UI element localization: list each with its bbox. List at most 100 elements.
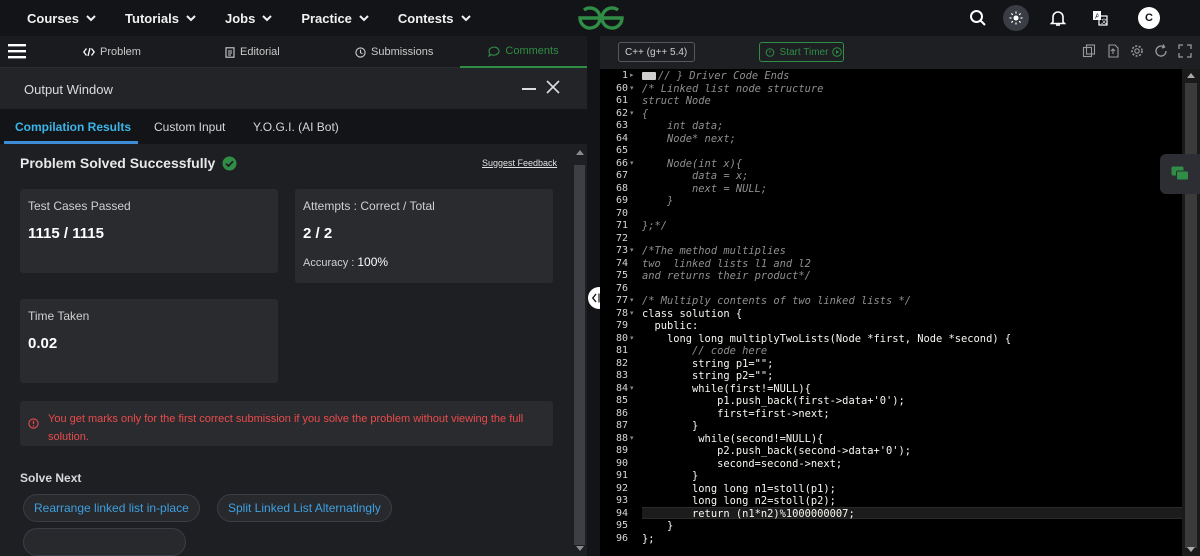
floating-chat-button[interactable]	[1160, 154, 1200, 194]
folded-region-marker[interactable]	[642, 72, 656, 80]
code-line[interactable]: }	[642, 520, 1182, 533]
fold-toggle-icon[interactable]: ▾	[630, 83, 634, 96]
minimize-icon[interactable]	[522, 88, 536, 90]
code-line[interactable]: /* Multiply contents of two linked lists…	[642, 295, 1182, 308]
fullscreen-icon[interactable]	[1178, 44, 1192, 58]
tab-submissions[interactable]: Submissions	[355, 36, 433, 68]
output-scrollbar[interactable]	[572, 144, 587, 556]
solve-next-chip[interactable]: Rearrange linked list in-place	[23, 494, 200, 522]
search-button[interactable]	[960, 0, 996, 36]
upload-file-icon[interactable]	[1106, 44, 1120, 58]
nav-jobs[interactable]: Jobs	[225, 11, 273, 26]
code-line[interactable]: public:	[642, 320, 1182, 333]
fold-toggle-icon[interactable]: ▾	[630, 433, 634, 446]
code-line[interactable]: p1.push_back(first->data+'0');	[642, 395, 1182, 408]
code-icon	[83, 47, 95, 57]
tab-compilation-results[interactable]: Compilation Results	[15, 120, 131, 134]
solve-next-chip[interactable]: Split Linked List Alternatingly	[217, 494, 392, 522]
line-number: 73	[615, 245, 628, 256]
close-icon[interactable]	[545, 79, 561, 95]
scrollbar-thumb[interactable]	[574, 165, 585, 545]
editor-scroll-up-arrow[interactable]	[1187, 73, 1195, 78]
notifications-button[interactable]	[1040, 0, 1076, 36]
tab-custom-input[interactable]: Custom Input	[154, 120, 225, 134]
code-line[interactable]: }	[642, 470, 1182, 483]
nav-contests[interactable]: Contests	[398, 11, 472, 26]
code-line[interactable]: };	[642, 533, 1182, 546]
fold-toggle-icon[interactable]: ▾	[630, 245, 634, 258]
avatar[interactable]: C	[1138, 7, 1160, 29]
code-line[interactable]	[642, 145, 1182, 158]
code-line[interactable]: /*The method multiplies	[642, 245, 1182, 258]
code-line[interactable]: }	[642, 420, 1182, 433]
code-line[interactable]: // code here	[642, 345, 1182, 358]
code-line[interactable]: long long n1=stoll(p1);	[642, 483, 1182, 496]
translate-button[interactable]: A文	[1082, 0, 1118, 36]
fold-toggle-icon[interactable]: ▾	[630, 308, 634, 321]
solve-next-title: Solve Next	[20, 471, 82, 485]
line-number: 74	[615, 257, 628, 269]
code-line[interactable]: two linked lists l1 and l2	[642, 258, 1182, 271]
fold-toggle-icon[interactable]: ▾	[630, 108, 634, 121]
start-timer-button[interactable]: Start Timer	[759, 42, 844, 62]
code-line[interactable]: string p1="";	[642, 358, 1182, 371]
suggest-feedback-link[interactable]: Suggest Feedback	[482, 158, 557, 168]
code-line[interactable]: /* Linked list node structure	[642, 83, 1182, 96]
code-line[interactable]: next = NULL;	[642, 183, 1182, 196]
scroll-down-arrow[interactable]	[576, 546, 584, 551]
code-line-text: class solution {	[642, 307, 743, 320]
fold-toggle-icon[interactable]: ▾	[630, 295, 634, 308]
code-line[interactable]: long long multiplyTwoLists(Node *first, …	[642, 333, 1182, 346]
gfg-logo-icon[interactable]	[576, 4, 626, 32]
nav-tutorials[interactable]: Tutorials	[125, 11, 197, 26]
nav-courses[interactable]: Courses	[27, 11, 97, 26]
code-line[interactable]: p2.push_back(second->data+'0');	[642, 445, 1182, 458]
tab-yogi-ai-bot[interactable]: Y.O.G.I. (AI Bot)	[253, 120, 339, 134]
editor-scrollbar-thumb[interactable]	[1185, 83, 1197, 548]
line-number: 84	[615, 382, 628, 394]
code-line[interactable]: while(first!=NULL){	[642, 383, 1182, 396]
code-line[interactable]: return (n1*n2)%1000000007;	[642, 508, 1182, 521]
code-line[interactable]: }	[642, 195, 1182, 208]
code-line[interactable]: second=second->next;	[642, 458, 1182, 471]
code-area[interactable]: // } Driver Code Ends/* Linked list node…	[642, 69, 1182, 556]
settings-gear-icon[interactable]	[1130, 44, 1144, 58]
code-line[interactable]: int data;	[642, 120, 1182, 133]
tab-comments[interactable]: Comments	[460, 36, 587, 68]
editor-scrollbar[interactable]	[1182, 69, 1200, 556]
code-line[interactable]	[642, 283, 1182, 296]
reset-icon[interactable]	[1154, 44, 1168, 58]
code-line[interactable]: Node* next;	[642, 133, 1182, 146]
solve-next-chip-partial[interactable]	[23, 528, 186, 556]
code-line[interactable]: data = x;	[642, 170, 1182, 183]
code-line[interactable]: first=first->next;	[642, 408, 1182, 421]
scroll-up-arrow[interactable]	[576, 150, 584, 155]
code-editor[interactable]: 1 ▸ 60 ▾ 61 62 ▾ 63 64 65 66 ▾ 67 68 69 70 71 72 73 ▾ 74 75 76…	[600, 69, 1200, 556]
tab-problem[interactable]: Problem	[83, 36, 141, 68]
code-line[interactable]	[642, 233, 1182, 246]
nav-practice[interactable]: Practice	[301, 11, 370, 26]
code-line[interactable]: long long n2=stoll(p2);	[642, 495, 1182, 508]
copy-icon[interactable]	[1082, 44, 1096, 58]
code-line[interactable]: struct Node	[642, 95, 1182, 108]
code-line[interactable]: while(second!=NULL){	[642, 433, 1182, 446]
code-line[interactable]: string p2="";	[642, 370, 1182, 383]
line-number: 63	[615, 120, 628, 131]
code-line[interactable]: };*/	[642, 220, 1182, 233]
editor-scroll-down-arrow[interactable]	[1187, 547, 1195, 552]
code-line[interactable]	[642, 208, 1182, 221]
attempts-value: 2 / 2	[303, 225, 333, 242]
code-line[interactable]: and returns their product*/	[642, 270, 1182, 283]
fold-toggle-icon[interactable]: ▾	[630, 383, 634, 396]
fold-toggle-icon[interactable]: ▸	[630, 70, 634, 83]
fold-toggle-icon[interactable]: ▾	[630, 333, 634, 346]
hamburger-menu-icon[interactable]	[8, 43, 26, 59]
code-line[interactable]: Node(int x){	[642, 158, 1182, 171]
code-line[interactable]: class solution {	[642, 308, 1182, 321]
code-line[interactable]: // } Driver Code Ends	[642, 70, 1182, 83]
theme-toggle-button[interactable]	[998, 0, 1034, 36]
tab-editorial[interactable]: Editorial	[225, 36, 280, 68]
fold-toggle-icon[interactable]: ▾	[630, 158, 634, 171]
language-select[interactable]: C++ (g++ 5.4)	[618, 42, 695, 62]
code-line[interactable]: {	[642, 108, 1182, 121]
